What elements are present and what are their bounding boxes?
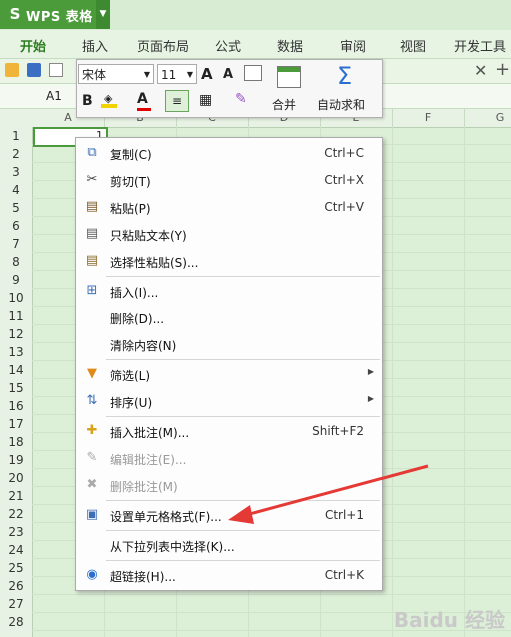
arrow-head — [228, 505, 254, 524]
annotation-arrow — [228, 464, 429, 524]
watermark: Baidu 经验 — [393, 608, 505, 632]
arrow-shaft — [241, 464, 429, 518]
